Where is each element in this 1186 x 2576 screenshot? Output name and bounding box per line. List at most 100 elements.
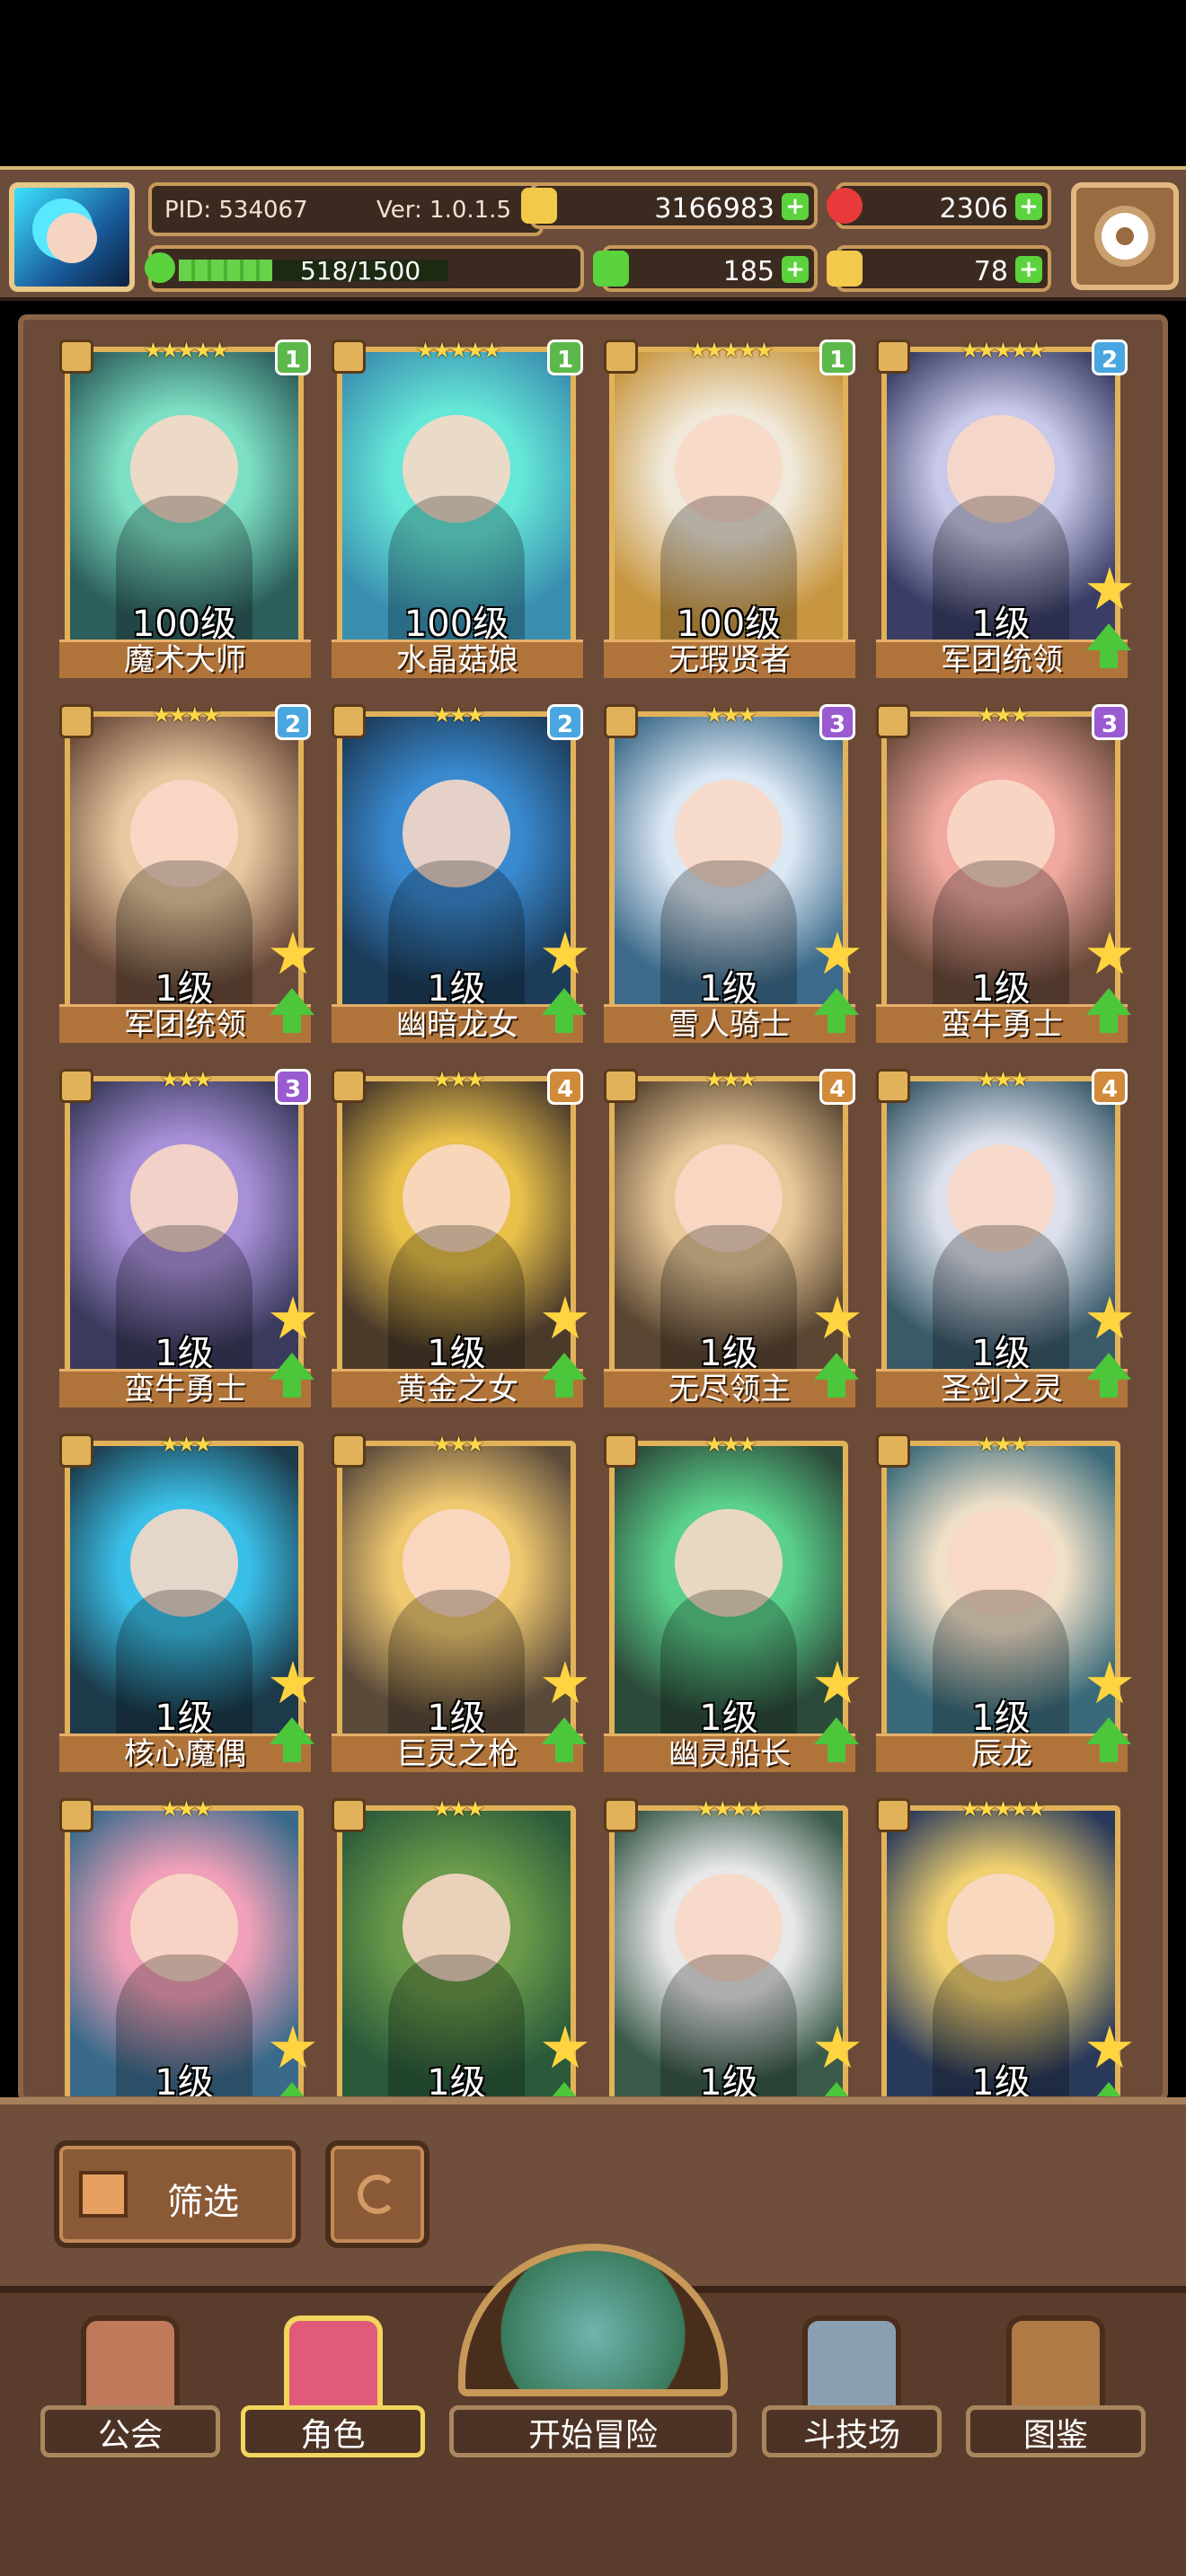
nav-characters[interactable]: 角色 <box>241 2316 425 2459</box>
nav-guild[interactable]: 公会 <box>40 2316 220 2459</box>
star-rating: ★★★ <box>432 702 485 728</box>
settings-button[interactable] <box>1071 182 1179 290</box>
star-rating: ★★★ <box>432 1067 485 1092</box>
character-name: 核心魔偶 <box>59 1734 311 1772</box>
add-key-button[interactable]: + <box>1015 256 1042 283</box>
star-rating: ★★★ <box>432 1432 485 1457</box>
rank-badge: 2 <box>275 704 311 740</box>
character-name: 圣剑之灵 <box>876 1369 1128 1407</box>
character-name: 雪人骑士 <box>604 1004 855 1043</box>
crossed-swords-icon <box>802 2316 901 2414</box>
nav-codex[interactable]: 图鉴 <box>966 2316 1146 2459</box>
character-name: 水晶菇娘 <box>332 640 583 678</box>
character-name: 魔术大师 <box>59 640 311 678</box>
rank-badge: 3 <box>1092 704 1128 740</box>
gold-key-icon <box>827 251 863 287</box>
rank-badge: 4 <box>547 1069 583 1105</box>
star-rating: ★★★ <box>704 702 757 728</box>
gem-value: 2306 <box>939 193 1008 225</box>
bottom-navigation: 公会 角色 开始冒险 斗技场 图鉴 <box>0 2244 1186 2576</box>
experience-bar-fill <box>179 260 272 281</box>
top-status-bar: PID: 534067 Ver: 1.0.1.5 518/1500 316698… <box>0 166 1186 301</box>
add-gold-button[interactable]: + <box>782 193 809 220</box>
character-portrait-frame: 1级 <box>337 1076 576 1392</box>
rank-badge: 1 <box>547 340 583 375</box>
star-rating: ★★★★★ <box>960 338 1047 363</box>
add-gem-button[interactable]: + <box>1015 193 1042 220</box>
character-portrait-frame: 100级 <box>65 347 304 663</box>
filter-button[interactable]: 筛选 <box>54 2140 301 2248</box>
character-card[interactable]: 1级 黄金之女 ★★★ 4 <box>332 1067 588 1408</box>
character-card[interactable]: 1级 圣剑之灵 ★★★ 4 <box>876 1067 1132 1408</box>
key-value: 78 <box>973 256 1008 287</box>
character-card[interactable]: 1级 军团统领 ★★★★★ 2 <box>876 338 1132 679</box>
add-clover-button[interactable]: + <box>782 256 809 283</box>
nav-adventure-label: 开始冒险 <box>449 2405 737 2457</box>
character-grid-panel[interactable]: 100级 魔术大师 ★★★★★ 1 100级 水晶菇娘 ★★★★★ 1 100级 无瑕贤者 ★★★★… <box>18 314 1168 2102</box>
character-card[interactable]: 1级 ★★★★ <box>604 1796 860 2102</box>
character-card[interactable]: 1级 ★★★ <box>332 1796 588 2102</box>
player-id: PID: 534067 <box>164 197 308 224</box>
character-name: 幽暗龙女 <box>332 1004 583 1043</box>
character-name: 无瑕贤者 <box>604 640 855 678</box>
reset-sort-button[interactable] <box>325 2140 429 2248</box>
player-avatar[interactable] <box>9 182 135 292</box>
rank-badge: 2 <box>1092 340 1128 375</box>
nav-characters-label: 角色 <box>241 2405 425 2457</box>
character-portrait-frame: 1级 <box>65 1441 304 1757</box>
character-portrait-frame: 1级 <box>609 1076 848 1392</box>
character-portrait-frame: 1级 <box>881 1076 1120 1392</box>
character-card[interactable]: 1级 辰龙 ★★★ <box>876 1432 1132 1773</box>
star-rating: ★★★★★ <box>415 338 502 363</box>
character-face-icon <box>283 2316 383 2414</box>
star-rating: ★★★ <box>977 1432 1030 1457</box>
rank-badge: 3 <box>275 1069 311 1105</box>
rank-badge: 4 <box>1092 1069 1128 1105</box>
character-card[interactable]: 1级 蛮牛勇士 ★★★ 3 <box>59 1067 315 1408</box>
experience-icon <box>145 252 175 283</box>
character-card[interactable]: 100级 水晶菇娘 ★★★★★ 1 <box>332 338 583 679</box>
experience-box: 518/1500 <box>145 245 584 292</box>
star-rating: ★★★ <box>160 1432 213 1457</box>
character-level: 1级 <box>427 2062 486 2102</box>
character-card[interactable]: 1级 ★★★★★ <box>876 1796 1132 2096</box>
rank-badge: 4 <box>819 1069 855 1105</box>
character-card[interactable]: 1级 核心魔偶 ★★★ <box>59 1432 315 1773</box>
rank-badge: 1 <box>819 340 855 375</box>
clover-icon <box>593 251 629 287</box>
rank-badge: 2 <box>547 704 583 740</box>
star-rating: ★★★ <box>977 1067 1030 1092</box>
star-rating: ★★★ <box>704 1432 757 1457</box>
grid-filter-icon <box>79 2171 128 2218</box>
character-card[interactable]: 1级 无尽领主 ★★★ 4 <box>604 1067 860 1408</box>
character-portrait-frame: 100级 <box>337 347 576 663</box>
star-rating: ★★★★ <box>151 702 221 728</box>
character-portrait-frame: 1级 <box>65 1805 304 2102</box>
character-portrait-frame: 1级 <box>881 347 1120 663</box>
character-name: 幽灵船长 <box>604 1734 855 1772</box>
star-rating: ★★★ <box>160 1796 213 1822</box>
character-card[interactable]: 100级 魔术大师 ★★★★★ 1 <box>59 338 311 679</box>
key-counter: 78 + <box>827 245 1051 292</box>
character-level: 1级 <box>699 2062 758 2102</box>
gem-counter: 2306 + <box>827 182 1051 229</box>
character-portrait-frame: 1级 <box>65 711 304 1028</box>
nav-start-adventure[interactable]: 开始冒险 <box>449 2244 737 2459</box>
character-name: 黄金之女 <box>332 1369 583 1407</box>
character-level: 1级 <box>155 2062 214 2102</box>
character-card[interactable]: 1级 幽灵船长 ★★★ <box>604 1432 860 1773</box>
nav-arena-label: 斗技场 <box>762 2405 942 2457</box>
character-card[interactable]: 1级 巨灵之枪 ★★★ <box>332 1432 588 1773</box>
character-name: 无尽领主 <box>604 1369 855 1407</box>
gold-counter: 3166983 + <box>521 182 818 229</box>
character-card[interactable]: 1级 ★★★ <box>59 1796 315 2102</box>
character-name: 辰龙 <box>876 1734 1128 1772</box>
character-card[interactable]: 1级 蛮牛勇士 ★★★ 3 <box>876 702 1132 1044</box>
character-card[interactable]: 1级 军团统领 ★★★★ 2 <box>59 702 315 1044</box>
character-card[interactable]: 1级 雪人骑士 ★★★ 3 <box>604 702 860 1044</box>
nav-arena[interactable]: 斗技场 <box>762 2316 942 2459</box>
character-card[interactable]: 100级 无瑕贤者 ★★★★★ 1 <box>604 338 855 679</box>
character-card[interactable]: 1级 幽暗龙女 ★★★ 2 <box>332 702 588 1044</box>
star-rating: ★★★★★ <box>687 338 774 363</box>
character-portrait-frame: 1级 <box>65 1076 304 1392</box>
